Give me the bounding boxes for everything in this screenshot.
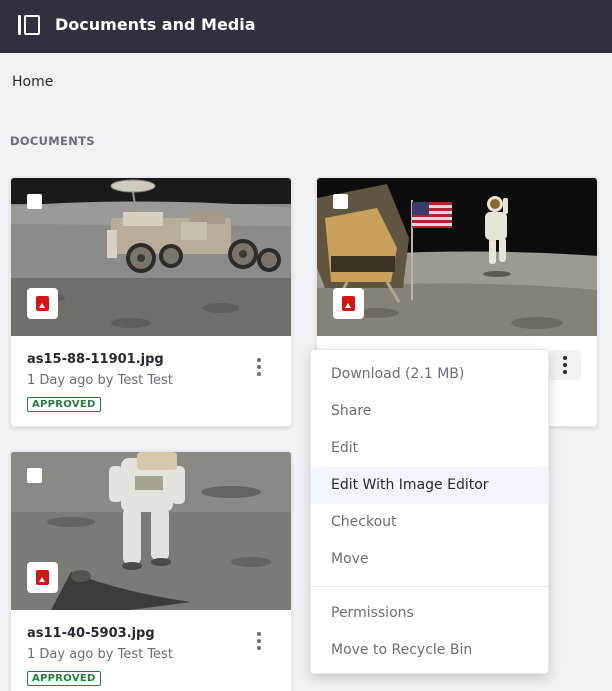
document-card[interactable]: as11-40-5903.jpg 1 Day ago by Test Test …	[10, 451, 292, 691]
kebab-dot	[563, 356, 567, 360]
app-header: Documents and Media	[0, 0, 612, 53]
select-checkbox[interactable]	[333, 194, 348, 209]
menu-item-checkout[interactable]: Checkout	[311, 504, 548, 541]
kebab-dot	[257, 646, 261, 650]
image-file-icon	[333, 288, 364, 319]
menu-item-edit-with-image-editor[interactable]: Edit With Image Editor	[311, 467, 548, 504]
kebab-dot	[257, 639, 261, 643]
documents-section-label: DOCUMENTS	[10, 134, 95, 148]
sidebar-toggle-icon[interactable]	[18, 15, 40, 35]
menu-item-share[interactable]: Share	[311, 393, 548, 430]
kebab-dot	[257, 632, 261, 636]
image-file-glyph	[342, 296, 355, 311]
kebab-dot	[257, 358, 261, 362]
page-title: Documents and Media	[55, 15, 256, 34]
actions-kebab-icon[interactable]	[247, 630, 271, 654]
image-file-icon	[27, 562, 58, 593]
sidebar-toggle-box	[24, 15, 40, 35]
file-meta: 1 Day ago by Test Test	[27, 373, 173, 388]
select-checkbox[interactable]	[27, 468, 42, 483]
kebab-dot	[257, 365, 261, 369]
actions-kebab-icon[interactable]	[549, 350, 581, 380]
menu-item-move-to-recycle-bin[interactable]: Move to Recycle Bin	[311, 632, 548, 669]
file-name[interactable]: as11-40-5903.jpg	[27, 626, 155, 641]
document-actions-menu: Download (2.1 MB) Share Edit Edit With I…	[310, 349, 549, 674]
file-name[interactable]: as15-88-11901.jpg	[27, 352, 164, 367]
kebab-dot	[563, 370, 567, 374]
document-card[interactable]: as15-88-11901.jpg 1 Day ago by Test Test…	[10, 177, 292, 427]
menu-divider	[311, 586, 548, 587]
menu-item-permissions[interactable]: Permissions	[311, 595, 548, 632]
status-badge: APPROVED	[27, 397, 101, 412]
select-checkbox[interactable]	[27, 194, 42, 209]
image-file-glyph	[36, 570, 49, 585]
breadcrumb-home[interactable]: Home	[12, 74, 53, 90]
sidebar-toggle-bar	[18, 15, 21, 35]
image-file-icon	[27, 288, 58, 319]
status-badge: APPROVED	[27, 671, 101, 686]
file-meta: 1 Day ago by Test Test	[27, 647, 173, 662]
kebab-dot	[257, 372, 261, 376]
menu-item-edit[interactable]: Edit	[311, 430, 548, 467]
menu-item-download[interactable]: Download (2.1 MB)	[311, 356, 548, 393]
actions-kebab-icon[interactable]	[247, 356, 271, 380]
kebab-dot	[563, 363, 567, 367]
menu-item-move[interactable]: Move	[311, 541, 548, 578]
image-file-glyph	[36, 296, 49, 311]
